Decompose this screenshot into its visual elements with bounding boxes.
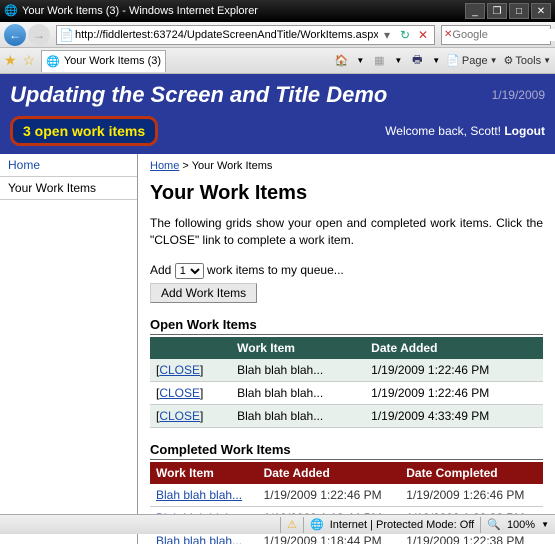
- dropdown-icon[interactable]: ▼: [432, 56, 440, 65]
- side-nav: Home Your Work Items: [0, 154, 138, 544]
- favorites-icon[interactable]: ★: [4, 52, 17, 69]
- close-link[interactable]: CLOSE: [159, 409, 200, 423]
- cell-item: Blah blah blah...: [231, 381, 365, 404]
- status-mode: Internet | Protected Mode: Off: [330, 519, 475, 531]
- table-row: Blah blah blah... 1/19/2009 1:22:46 PM1/1…: [150, 484, 543, 507]
- col-completed: Date Completed: [400, 462, 543, 484]
- col-date: Date Added: [365, 337, 543, 359]
- page-menu[interactable]: 📄Page ▼: [446, 54, 497, 67]
- print-icon[interactable]: 🖶: [408, 52, 426, 70]
- logout-link[interactable]: Logout: [504, 124, 545, 138]
- nav-work-items[interactable]: Your Work Items: [0, 177, 137, 200]
- search-box[interactable]: ✕ 🔍: [441, 25, 551, 45]
- ie-icon: 🌐: [4, 4, 18, 18]
- page-banner: Updating the Screen and Title Demo 1/19/…: [0, 74, 555, 112]
- status-bar: ⚠ 🌐 Internet | Protected Mode: Off 🔍 100…: [0, 514, 555, 534]
- crumb-current: Your Work Items: [192, 160, 273, 172]
- gear-icon: ⚙: [504, 54, 514, 67]
- zoom-level: 100%: [507, 519, 535, 531]
- window-title: Your Work Items (3) - Windows Internet E…: [22, 5, 465, 17]
- cell-date: 1/19/2009 4:33:49 PM: [365, 404, 543, 427]
- close-link[interactable]: CLOSE: [159, 386, 200, 400]
- page-date: 1/19/2009: [492, 88, 545, 102]
- content-desc: The following grids show your open and c…: [150, 215, 543, 249]
- add-favorite-icon[interactable]: ☆: [23, 52, 36, 69]
- add-work-items-button[interactable]: Add Work Items: [150, 283, 257, 303]
- maximize-button[interactable]: □: [509, 3, 529, 19]
- body-area: Home Your Work Items Home > Your Work It…: [0, 154, 555, 544]
- completed-section-title: Completed Work Items: [150, 442, 543, 460]
- add-qty-select[interactable]: 1: [175, 263, 204, 279]
- tab-title: Your Work Items (3): [64, 55, 161, 67]
- cell-added: 1/19/2009 1:22:46 PM: [258, 484, 401, 507]
- crumb-home[interactable]: Home: [150, 160, 179, 172]
- col-item: Work Item: [150, 462, 258, 484]
- item-link[interactable]: Blah blah blah...: [156, 534, 242, 544]
- zoom-dropdown-icon[interactable]: ▼: [541, 520, 549, 529]
- item-link[interactable]: Blah blah blah...: [156, 488, 242, 502]
- page-title: Updating the Screen and Title Demo: [10, 82, 492, 108]
- command-bar: ★ ☆ 🌐 Your Work Items (3) 🏠 ▼ ▦ ▼ 🖶 ▼ 📄P…: [0, 48, 555, 74]
- main-content: Home > Your Work Items Your Work Items T…: [138, 154, 555, 544]
- col-item: Work Item: [231, 337, 365, 359]
- home-icon[interactable]: 🏠: [332, 52, 350, 70]
- close-button[interactable]: ✕: [531, 3, 551, 19]
- open-items-table: Work Item Date Added [CLOSE]Blah blah bl…: [150, 337, 543, 428]
- window-titlebar: 🌐 Your Work Items (3) - Windows Internet…: [0, 0, 555, 22]
- refresh-button[interactable]: ↻: [396, 26, 414, 44]
- zoom-icon[interactable]: 🔍: [487, 518, 501, 531]
- close-link[interactable]: CLOSE: [159, 363, 200, 377]
- dropdown-icon[interactable]: ▼: [356, 56, 364, 65]
- feeds-icon[interactable]: ▦: [370, 52, 388, 70]
- nav-home[interactable]: Home: [0, 154, 137, 177]
- table-row: [CLOSE]Blah blah blah...1/19/2009 1:22:4…: [150, 359, 543, 382]
- globe-icon: 🌐: [310, 518, 324, 531]
- add-row: Add 1 work items to my queue...: [150, 263, 543, 279]
- tab-page-icon: 🌐: [46, 55, 60, 68]
- address-bar[interactable]: 📄 ▾ ↻ ✕: [56, 25, 435, 45]
- tab[interactable]: 🌐 Your Work Items (3): [41, 50, 166, 72]
- window-buttons: _ ❐ □ ✕: [465, 3, 551, 19]
- table-row: [CLOSE]Blah blah blah...1/19/2009 1:22:4…: [150, 381, 543, 404]
- stop-button[interactable]: ✕: [414, 26, 432, 44]
- cell-date: 1/19/2009 1:22:46 PM: [365, 359, 543, 382]
- breadcrumb: Home > Your Work Items: [150, 160, 543, 172]
- sub-header: 3 open work items Welcome back, Scott! L…: [0, 112, 555, 154]
- cell-date: 1/19/2009 1:22:46 PM: [365, 381, 543, 404]
- search-icon: ✕: [444, 29, 452, 40]
- restore-button[interactable]: ❐: [487, 3, 507, 19]
- tools-menu[interactable]: ⚙Tools ▼: [504, 54, 551, 67]
- col-action: [150, 337, 231, 359]
- page-icon: 📄: [59, 28, 73, 42]
- info-icon: ⚠: [287, 518, 297, 531]
- cell-completed: 1/19/2009 1:26:46 PM: [400, 484, 543, 507]
- nav-toolbar: ← → 📄 ▾ ↻ ✕ ✕ 🔍: [0, 22, 555, 48]
- welcome-text: Welcome back, Scott! Logout: [158, 124, 545, 138]
- table-row: [CLOSE]Blah blah blah...1/19/2009 4:33:4…: [150, 404, 543, 427]
- col-added: Date Added: [258, 462, 401, 484]
- cell-item: Blah blah blah...: [231, 404, 365, 427]
- search-input[interactable]: [452, 29, 555, 41]
- url-input[interactable]: [75, 29, 378, 41]
- open-section-title: Open Work Items: [150, 317, 543, 335]
- open-items-badge: 3 open work items: [10, 116, 158, 146]
- minimize-button[interactable]: _: [465, 3, 485, 19]
- back-button[interactable]: ←: [4, 24, 26, 46]
- dropdown-icon[interactable]: ▼: [394, 56, 402, 65]
- forward-button[interactable]: →: [28, 24, 50, 46]
- go-button[interactable]: ▾: [378, 26, 396, 44]
- page-menu-icon: 📄: [446, 54, 460, 67]
- content-heading: Your Work Items: [150, 182, 543, 205]
- cell-item: Blah blah blah...: [231, 359, 365, 382]
